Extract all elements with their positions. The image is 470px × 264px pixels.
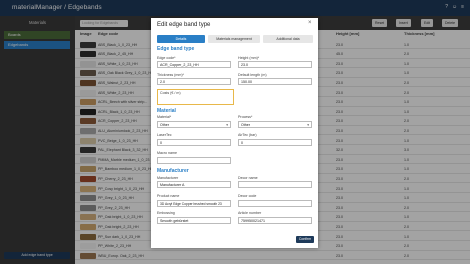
product-name-label: Product name [157, 194, 180, 198]
height-field[interactable]: 23.0 [238, 61, 312, 68]
macro-name-field[interactable] [157, 157, 231, 164]
tab-additional-data[interactable]: Additional data [263, 35, 313, 43]
edge-code-field[interactable]: ACR_Copper_2_23_HH [157, 61, 231, 68]
edit-dialog [151, 18, 318, 248]
decor-name-label: Decor name [238, 176, 258, 180]
default-length-label: Default length (m) [238, 73, 267, 77]
airtec-field[interactable]: 0 [238, 139, 312, 146]
costs-label: Costs (€ / m) [160, 91, 181, 95]
section-material: Material [157, 108, 176, 114]
material-select[interactable]: Other [157, 121, 231, 128]
macro-name-label: Macro name [157, 151, 177, 155]
tab-details[interactable]: Details [157, 35, 205, 43]
section-manufacturer: Manufacturer [157, 168, 189, 174]
costs-field[interactable]: Costs (€ / m) [157, 89, 234, 105]
height-label: Height (mm)* [238, 56, 260, 60]
thickness-label: Thickness (mm)* [157, 73, 184, 77]
manufacturer-field[interactable]: Manufacturer A [157, 181, 231, 188]
material-label: Material* [157, 115, 172, 119]
product-name-field[interactable]: 3D Acryl Edge Copper brushed smooth 23 [157, 200, 231, 207]
embossing-label: Embossing [157, 211, 175, 215]
article-number-label: Article number [238, 211, 262, 215]
lasertec-label: LaserTec [157, 133, 172, 137]
article-number-field[interactable]: 759950021471 [238, 217, 312, 224]
decor-name-field[interactable] [238, 181, 312, 188]
airtec-label: AirTec (bar) [238, 133, 257, 137]
close-icon[interactable]: × [308, 20, 312, 26]
embossing-field[interactable]: Smooth gebürstet [157, 217, 231, 224]
edge-code-label: Edge code* [157, 56, 176, 60]
process-label: Process* [238, 115, 253, 119]
manufacturer-label: Manufacturer [157, 176, 179, 180]
decor-code-label: Decor code [238, 194, 257, 198]
lasertec-field[interactable]: 0 [157, 139, 231, 146]
confirm-button[interactable]: Confirm [296, 236, 314, 243]
default-length-field[interactable]: 150.00 [238, 78, 312, 85]
section-edge-band-type: Edge band type [157, 46, 195, 52]
tab-materials-management[interactable]: Materials management [208, 35, 260, 43]
thickness-field[interactable]: 2.0 [157, 78, 231, 85]
process-select[interactable]: Other [238, 121, 312, 128]
dialog-title: Edit edge band type [157, 22, 211, 28]
decor-code-field[interactable] [238, 200, 312, 207]
